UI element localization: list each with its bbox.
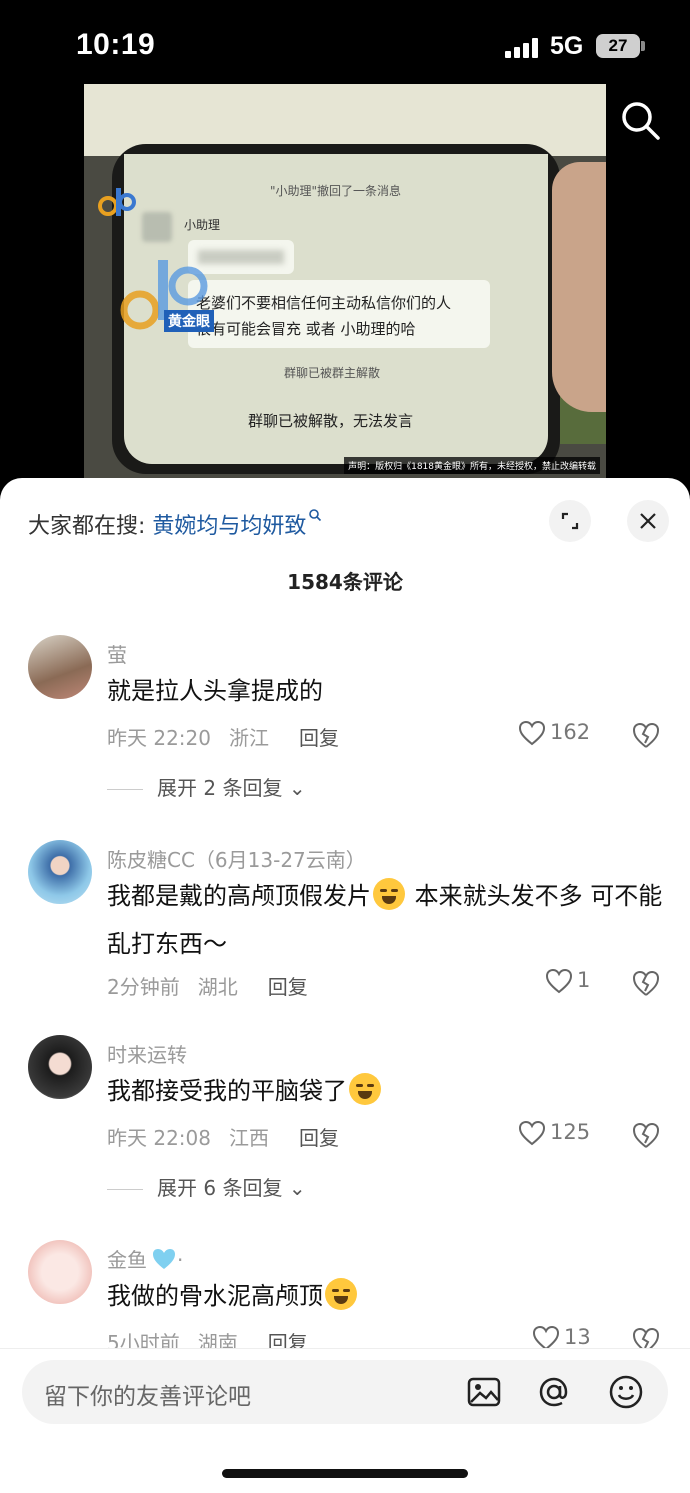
- comment-text: 我做的骨水泥高颅顶: [107, 1272, 663, 1320]
- comment-author-name: 金鱼: [107, 1248, 147, 1272]
- battery-cap: [641, 41, 645, 51]
- video-sender-name: 小助理: [184, 218, 221, 232]
- comment-text: 我都接受我的平脑袋了: [107, 1067, 663, 1115]
- comment-item: 时来运转 我都接受我的平脑袋了 昨天 22:08 江西 回复 125 展开 6 条回…: [0, 1035, 690, 1200]
- laughing-crying-emoji-icon: [373, 878, 405, 910]
- chevron-down-icon: ⌄: [288, 776, 306, 800]
- video-message-line1: 老婆们不要相信任何主动私信你们的人: [196, 294, 452, 312]
- heart-icon: [518, 720, 546, 746]
- comment-item: 陈皮糖CC（6月13-27云南） 我都是戴的高颅顶假发片 本来就头发不多 可不能…: [0, 840, 690, 1020]
- expand-replies-label: 展开 6 条回复: [157, 1176, 283, 1200]
- trending-search-prefix: 大家都在搜:: [28, 514, 146, 539]
- laughing-crying-emoji-icon: [325, 1278, 357, 1310]
- comment-time: 昨天 22:08: [107, 1126, 211, 1150]
- video-hand: [552, 162, 606, 412]
- comment-author[interactable]: 萤: [107, 639, 127, 668]
- comment-meta: 2分钟前 湖北 回复: [107, 971, 326, 1000]
- comment-input[interactable]: 留下你的友善评论吧: [22, 1360, 668, 1424]
- video-copyright-watermark: 声明：版权归《1818黄金眼》所有，未经授权，禁止改编转载: [344, 457, 600, 474]
- mention-icon[interactable]: [536, 1374, 572, 1410]
- avatar[interactable]: [28, 1035, 92, 1099]
- like-count: 13: [564, 1325, 591, 1349]
- expand-button[interactable]: [549, 500, 591, 542]
- expand-icon: [561, 512, 579, 530]
- heart-icon: [545, 968, 573, 994]
- comment-count: 1584条评论: [287, 570, 403, 594]
- channel-logo-tag: 黄金眼: [164, 310, 214, 332]
- comment-text-body: 我都接受我的平脑袋了: [107, 1077, 347, 1105]
- video-recall-notice: "小助理"撤回了一条消息: [270, 184, 402, 198]
- dislike-icon[interactable]: [631, 969, 661, 997]
- trending-search-keyword[interactable]: 黄婉均与均妍致: [152, 514, 306, 539]
- comment-author[interactable]: 陈皮糖CC（6月13-27云南）: [107, 844, 366, 873]
- video-player[interactable]: "小助理"撤回了一条消息 小助理 老婆们不要相信任何主动私信你们的人 很有可能会…: [84, 84, 606, 480]
- video-chat-avatar: [142, 212, 172, 242]
- like-button[interactable]: 162: [518, 720, 590, 746]
- expand-replies-button[interactable]: 展开 6 条回复 ⌄: [107, 1172, 306, 1201]
- comment-sheet: 大家都在搜: 黄婉均与均妍致 1584条评论 萤 就是拉人头拿提成的 昨天 22…: [0, 478, 690, 1493]
- comment-location: 浙江: [229, 726, 269, 750]
- trending-search[interactable]: 大家都在搜: 黄婉均与均妍致: [28, 508, 322, 540]
- comment-meta: 昨天 22:20 浙江 回复: [107, 722, 357, 751]
- avatar[interactable]: [28, 1240, 92, 1304]
- avatar[interactable]: [28, 840, 92, 904]
- video-disband-notice: 群聊已被群主解散: [284, 366, 381, 380]
- close-button[interactable]: [627, 500, 669, 542]
- comment-time: 昨天 22:20: [107, 726, 211, 750]
- expand-replies-label: 展开 2 条回复: [157, 776, 283, 800]
- status-bar: 10:19 5G 27: [0, 0, 690, 85]
- comment-meta: 昨天 22:08 江西 回复: [107, 1122, 357, 1151]
- comment-author[interactable]: 金鱼 ·: [107, 1244, 183, 1273]
- home-indicator[interactable]: [222, 1469, 468, 1478]
- battery-icon: 27: [596, 34, 640, 58]
- reply-button[interactable]: 回复: [299, 1126, 339, 1150]
- expand-divider: [107, 1189, 143, 1190]
- expand-divider: [107, 789, 143, 790]
- close-icon: [640, 513, 656, 529]
- comment-text: 我都是戴的高颅顶假发片 本来就头发不多 可不能乱打东西～: [107, 872, 663, 968]
- search-icon[interactable]: [618, 98, 662, 142]
- comment-input-bar: 留下你的友善评论吧: [0, 1348, 690, 1493]
- like-count: 1: [577, 968, 591, 992]
- comment-location: 江西: [229, 1126, 269, 1150]
- like-button[interactable]: 1: [545, 968, 590, 994]
- comment-author[interactable]: 时来运转: [107, 1039, 187, 1068]
- chevron-down-icon: ⌄: [288, 1176, 306, 1200]
- comment-item: 萤 就是拉人头拿提成的 昨天 22:20 浙江 回复 162 展开 2 条回复 ⌄: [0, 635, 690, 800]
- blue-heart-icon: [153, 1249, 175, 1269]
- comment-author-suffix: ·: [177, 1248, 184, 1272]
- video-message-line2: 很有可能会冒充 或者 小助理的哈: [196, 320, 416, 338]
- comment-item: 金鱼 · 我做的骨水泥高颅顶 5小时前 湖南 回复 13: [0, 1240, 690, 1360]
- crying-emoji-icon: [349, 1073, 381, 1105]
- comment-text-part1: 我都是戴的高颅顶假发片: [107, 882, 371, 910]
- dislike-icon[interactable]: [631, 721, 661, 749]
- emoji-icon[interactable]: [608, 1374, 644, 1410]
- comment-text: 就是拉人头拿提成的: [107, 677, 323, 705]
- comment-input-placeholder: 留下你的友善评论吧: [44, 1384, 251, 1410]
- avatar[interactable]: [28, 635, 92, 699]
- like-button[interactable]: 125: [518, 1120, 590, 1146]
- expand-replies-button[interactable]: 展开 2 条回复 ⌄: [107, 772, 306, 801]
- dislike-icon[interactable]: [631, 1121, 661, 1149]
- comment-time: 2分钟前: [107, 975, 180, 999]
- heart-icon: [518, 1120, 546, 1146]
- like-count: 125: [550, 1120, 591, 1144]
- comment-text-body: 我做的骨水泥高颅顶: [107, 1282, 323, 1310]
- like-count: 162: [550, 720, 591, 744]
- status-time: 10:19: [76, 28, 156, 61]
- reply-button[interactable]: 回复: [268, 975, 308, 999]
- reply-button[interactable]: 回复: [299, 726, 339, 750]
- signal-icon: [505, 38, 541, 58]
- comment-location: 湖北: [197, 975, 238, 999]
- network-type: 5G: [550, 32, 584, 60]
- video-disband-final: 群聊已被解散，无法发言: [248, 412, 414, 430]
- image-icon[interactable]: [466, 1374, 502, 1410]
- channel-logo-icon: [98, 188, 136, 216]
- keyword-search-icon: [309, 509, 322, 522]
